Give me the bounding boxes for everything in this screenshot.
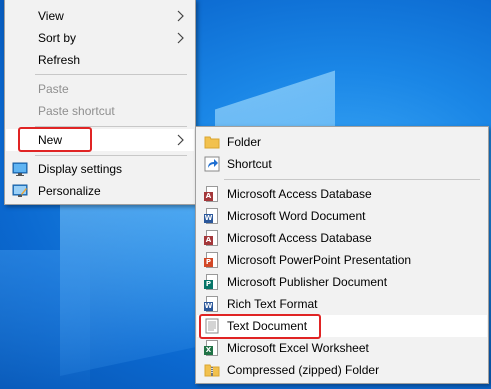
- new-submenu: Folder Shortcut A Microsoft Access Datab…: [195, 126, 489, 384]
- submenu-item-label: Shortcut: [227, 157, 272, 171]
- menu-item-label: Display settings: [38, 162, 123, 176]
- highlight-annotation-box: [199, 314, 321, 339]
- submenu-item-label: Microsoft Access Database: [227, 231, 372, 245]
- menu-item-personalize[interactable]: Personalize: [6, 180, 194, 202]
- publisher-icon: P: [204, 274, 220, 290]
- menu-item-label: Paste: [38, 82, 69, 96]
- submenu-item-word-document[interactable]: W Microsoft Word Document: [197, 205, 487, 227]
- wallpaper-light-beam: [0, 250, 90, 389]
- excel-icon: X: [204, 340, 220, 356]
- submenu-item-label: Rich Text Format: [227, 297, 318, 311]
- submenu-item-publisher[interactable]: P Microsoft Publisher Document: [197, 271, 487, 293]
- submenu-item-powerpoint[interactable]: P Microsoft PowerPoint Presentation: [197, 249, 487, 271]
- submenu-item-label: Folder: [227, 135, 262, 149]
- menu-item-display-settings[interactable]: Display settings: [6, 158, 194, 180]
- chevron-right-icon: [177, 10, 184, 22]
- folder-icon: [204, 136, 220, 149]
- menu-separator: [35, 74, 187, 75]
- submenu-item-folder[interactable]: Folder: [197, 131, 487, 153]
- word-icon: W: [204, 208, 220, 224]
- chevron-right-icon: [177, 32, 184, 44]
- desktop-context-menu: View Sort by Refresh Paste Paste shortcu…: [4, 0, 196, 205]
- submenu-item-shortcut[interactable]: Shortcut: [197, 153, 487, 175]
- menu-item-label: Paste shortcut: [38, 104, 115, 118]
- submenu-item-excel-worksheet[interactable]: X Microsoft Excel Worksheet: [197, 337, 487, 359]
- menu-item-label: View: [38, 9, 64, 23]
- shortcut-icon: [204, 156, 220, 172]
- highlight-annotation-box: [18, 127, 92, 152]
- display-settings-icon: [12, 162, 28, 176]
- submenu-item-label: Compressed (zipped) Folder: [227, 363, 380, 377]
- menu-item-label: Sort by: [38, 31, 77, 45]
- personalize-icon: [12, 184, 28, 197]
- submenu-item-label: Microsoft Word Document: [227, 209, 366, 223]
- submenu-item-label: Microsoft Publisher Document: [227, 275, 388, 289]
- menu-item-paste: Paste: [6, 78, 194, 100]
- zip-folder-icon: [204, 364, 220, 377]
- access-icon: A: [204, 230, 220, 246]
- submenu-item-label: Microsoft PowerPoint Presentation: [227, 253, 412, 267]
- chevron-right-icon: [177, 134, 184, 146]
- menu-separator: [35, 155, 187, 156]
- wordpad-icon: W: [204, 296, 220, 312]
- menu-item-sort-by[interactable]: Sort by: [6, 27, 194, 49]
- submenu-item-label: Microsoft Access Database: [227, 187, 372, 201]
- submenu-item-rich-text[interactable]: W Rich Text Format: [197, 293, 487, 315]
- submenu-item-label: Microsoft Excel Worksheet: [227, 341, 369, 355]
- menu-item-refresh[interactable]: Refresh: [6, 49, 194, 71]
- submenu-item-zip-folder[interactable]: Compressed (zipped) Folder: [197, 359, 487, 381]
- submenu-item-access-database-2[interactable]: A Microsoft Access Database: [197, 227, 487, 249]
- menu-item-view[interactable]: View: [6, 5, 194, 27]
- menu-item-label: Refresh: [38, 53, 81, 67]
- submenu-item-access-database[interactable]: A Microsoft Access Database: [197, 183, 487, 205]
- menu-item-label: Personalize: [38, 184, 101, 198]
- access-icon: A: [204, 186, 220, 202]
- menu-item-paste-shortcut: Paste shortcut: [6, 100, 194, 122]
- menu-separator: [224, 179, 480, 180]
- powerpoint-icon: P: [204, 252, 220, 268]
